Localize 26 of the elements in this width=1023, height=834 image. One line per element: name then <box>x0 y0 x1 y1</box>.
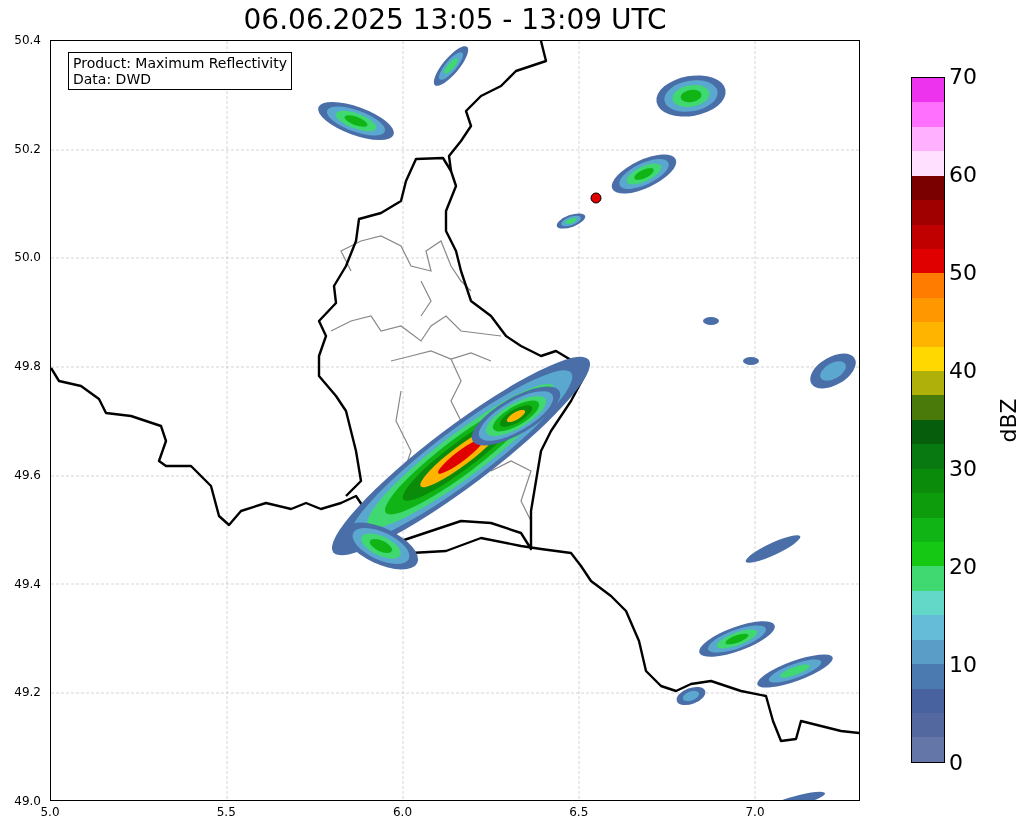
tick-label: 5.5 <box>216 805 236 821</box>
tick-label: 7.0 <box>745 805 765 821</box>
tick-label: 50.4 <box>14 34 41 46</box>
tick-label: 10 <box>949 654 977 676</box>
tick-label: 6.5 <box>569 805 589 821</box>
tick-label: 49.6 <box>14 468 41 481</box>
tick-label: 49.4 <box>14 577 41 590</box>
tick-label: 40 <box>949 360 977 382</box>
location-marker-icon <box>590 192 602 204</box>
chart-title: 06.06.2025 13:05 - 13:09 UTC <box>243 6 667 34</box>
tick-label: 70 <box>949 66 977 88</box>
tick-label: 20 <box>949 556 977 578</box>
tick-label: 49.2 <box>14 686 41 699</box>
tick-label: 50.2 <box>14 142 41 155</box>
legend-text: Data: DWD <box>73 71 152 87</box>
tick-label: 49.8 <box>14 360 41 373</box>
tick-label: 49.0 <box>14 794 41 807</box>
tick-label: 50 <box>949 262 977 284</box>
tick-label: 60 <box>949 164 977 186</box>
tick-label: 6.0 <box>392 805 413 821</box>
legend-text: Product: Maximum Reflectivity <box>73 55 287 71</box>
tick-label: 50.0 <box>14 251 41 264</box>
tick-label: 30 <box>949 458 977 480</box>
colorbar-label: dBZ <box>995 397 1021 443</box>
tick-label: 0 <box>949 752 963 774</box>
tick-label: 5.0 <box>40 805 60 821</box>
